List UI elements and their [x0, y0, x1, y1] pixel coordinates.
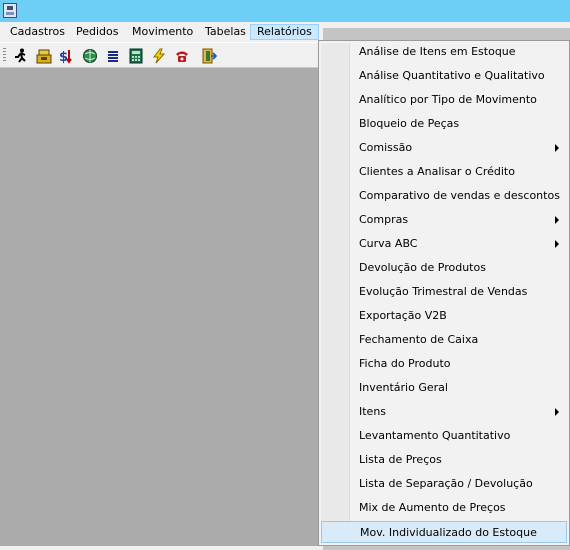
calculator-icon[interactable] [127, 47, 145, 64]
lightning-icon[interactable] [150, 47, 168, 64]
list-icon[interactable] [104, 47, 122, 64]
running-man-icon[interactable] [12, 47, 30, 64]
dollar-arrows-icon[interactable]: $ [58, 47, 76, 64]
menu-item-mix-aumento-precos[interactable]: Mix de Aumento de Preços [321, 497, 567, 519]
menu-item-comparativo-vendas-descontos[interactable]: Comparativo de vendas e descontos [321, 185, 567, 207]
app-icon[interactable] [3, 3, 17, 18]
menu-item-bloqueio-pecas[interactable]: Bloqueio de Peças [321, 113, 567, 135]
menu-item-analise-quantitativo-qualitativo[interactable]: Análise Quantitativo e Qualitativo [321, 65, 567, 87]
menu-item-label: Lista de Separação / Devolução [359, 477, 533, 490]
menu-tabelas[interactable]: Tabelas [199, 24, 252, 40]
menu-item-exportacao-v2b[interactable]: Exportação V2B [321, 305, 567, 327]
menu-item-label: Comissão [359, 141, 413, 154]
menu-item-ficha-produto[interactable]: Ficha do Produto [321, 353, 567, 375]
menu-cadastros[interactable]: Cadastros [4, 24, 71, 40]
menu-item-lista-precos[interactable]: Lista de Preços [321, 449, 567, 471]
menu-item-fechamento-caixa[interactable]: Fechamento de Caixa [321, 329, 567, 351]
menu-item-comissao[interactable]: Comissão [321, 137, 567, 159]
menu-item-label: Devolução de Produtos [359, 261, 486, 274]
menu-item-label: Análise Quantitativo e Qualitativo [359, 69, 545, 82]
mdi-workspace [0, 68, 318, 546]
menu-item-label: Compras [359, 213, 409, 226]
menu-relatorios[interactable]: Relatórios [250, 24, 319, 40]
toolbar-grip[interactable] [3, 48, 6, 63]
menu-item-mov-individualizado-estoque[interactable]: Mov. Individualizado do Estoque [321, 521, 567, 543]
menu-item-label: Inventário Geral [359, 381, 448, 394]
menu-item-label: Clientes a Analisar o Crédito [359, 165, 515, 178]
title-bar [0, 0, 570, 22]
menu-pedidos[interactable]: Pedidos [70, 24, 125, 40]
globe-icon[interactable] [81, 47, 99, 64]
menu-item-label: Exportação V2B [359, 309, 447, 322]
menu-item-label: Mix de Aumento de Preços [359, 501, 506, 514]
submenu-arrow-icon [555, 408, 559, 416]
menu-item-devolucao-produtos[interactable]: Devolução de Produtos [321, 257, 567, 279]
submenu-arrow-icon [555, 144, 559, 152]
menu-item-label: Análise de Itens em Estoque [359, 45, 516, 58]
menu-item-label: Comparativo de vendas e descontos [359, 189, 560, 202]
menu-item-itens[interactable]: Itens [321, 401, 567, 423]
menu-item-label: Curva ABC [359, 237, 418, 250]
menu-item-clientes-analisar-credito[interactable]: Clientes a Analisar o Crédito [321, 161, 567, 183]
submenu-arrow-icon [555, 216, 559, 224]
toolbar: $ [0, 42, 318, 68]
menu-item-inventario-geral[interactable]: Inventário Geral [321, 377, 567, 399]
menu-item-curva-abc[interactable]: Curva ABC [321, 233, 567, 255]
menu-item-label: Levantamento Quantitativo [359, 429, 511, 442]
menu-item-label: Fechamento de Caixa [359, 333, 479, 346]
submenu-arrow-icon [555, 240, 559, 248]
menu-item-analise-itens-estoque[interactable]: Análise de Itens em Estoque [321, 41, 567, 63]
relatorios-dropdown-menu: Análise de Itens em Estoque Análise Quan… [318, 40, 570, 546]
menu-item-evolucao-trimestral-vendas[interactable]: Evolução Trimestral de Vendas [321, 281, 567, 303]
menu-item-label: Analítico por Tipo de Movimento [359, 93, 537, 106]
svg-text:$: $ [59, 50, 68, 64]
menu-item-analitico-tipo-movimento[interactable]: Analítico por Tipo de Movimento [321, 89, 567, 111]
cash-register-icon[interactable] [35, 47, 53, 64]
menu-item-label: Mov. Individualizado do Estoque [360, 526, 537, 539]
menu-movimento[interactable]: Movimento [126, 24, 199, 40]
menu-item-lista-separacao-devolucao[interactable]: Lista de Separação / Devolução [321, 473, 567, 495]
menu-item-label: Evolução Trimestral de Vendas [359, 285, 528, 298]
menu-item-compras[interactable]: Compras [321, 209, 567, 231]
menu-item-label: Bloqueio de Peças [359, 117, 460, 130]
telephone-icon[interactable] [173, 47, 191, 64]
menu-item-levantamento-quantitativo[interactable]: Levantamento Quantitativo [321, 425, 567, 447]
menu-item-label: Lista de Preços [359, 453, 442, 466]
exit-door-icon[interactable] [200, 47, 218, 64]
menu-item-label: Itens [359, 405, 387, 418]
menu-item-label: Ficha do Produto [359, 357, 451, 370]
